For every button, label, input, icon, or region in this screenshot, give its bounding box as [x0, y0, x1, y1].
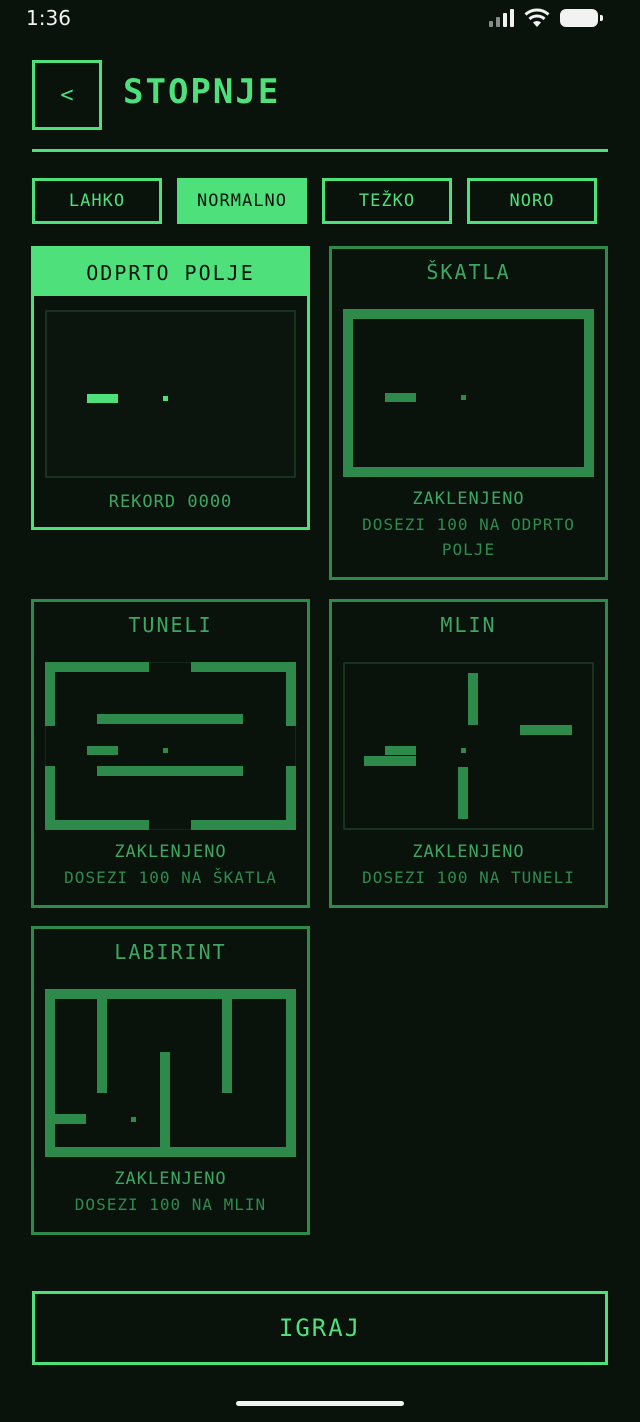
back-button[interactable]: <: [32, 60, 102, 130]
level-preview: [343, 662, 594, 830]
level-name: MLIN: [440, 613, 497, 637]
play-button[interactable]: IGRAJ: [32, 1291, 608, 1365]
level-card-labirint[interactable]: LABIRINT ZAKLENJENO DOSEZI 100 NA MLIN: [31, 926, 310, 1235]
level-card-tuneli[interactable]: TUNELI ZAKLENJENO DOSEZI 100 NA ŠKATLA: [31, 599, 310, 908]
chevron-left-icon: <: [60, 82, 74, 108]
level-name: TUNELI: [128, 613, 213, 637]
level-requirement: DOSEZI 100 NA ŠKATLA: [64, 868, 277, 887]
status-time: 1:36: [26, 6, 71, 30]
level-name: ODPRTO POLJE: [34, 249, 307, 296]
home-indicator[interactable]: [236, 1401, 404, 1406]
level-name: ŠKATLA: [426, 260, 511, 284]
status-icons: [489, 8, 603, 28]
level-status: ZAKLENJENO: [114, 842, 227, 862]
page-title: STOPNJE: [123, 72, 281, 112]
level-requirement: DOSEZI 100 NA MLIN: [74, 1195, 267, 1214]
tab-tezko[interactable]: TEŽKO: [322, 178, 452, 224]
signal-icon: [489, 9, 514, 27]
wifi-icon: [524, 8, 550, 27]
level-status: ZAKLENJENO: [412, 842, 525, 862]
difficulty-tabs: LAHKO NORMALNO TEŽKO NORO: [32, 178, 608, 224]
tab-normalno[interactable]: NORMALNO: [177, 178, 307, 224]
level-requirement: DOSEZI 100 NA TUNELI: [362, 868, 575, 887]
level-preview: [45, 310, 296, 478]
level-preview: [45, 989, 296, 1157]
header-divider: [32, 149, 608, 152]
level-preview: [45, 662, 296, 830]
level-status: ZAKLENJENO: [114, 1169, 227, 1189]
battery-icon: [560, 9, 603, 27]
level-record: REKORD 0000: [108, 492, 233, 512]
level-name: LABIRINT: [114, 940, 227, 964]
level-status: ZAKLENJENO: [412, 489, 525, 509]
level-card-odprto-polje[interactable]: ODPRTO POLJE REKORD 0000: [31, 246, 310, 530]
tab-lahko[interactable]: LAHKO: [32, 178, 162, 224]
level-preview: [343, 309, 594, 477]
tab-noro[interactable]: NORO: [467, 178, 597, 224]
status-bar: 1:36: [0, 0, 640, 40]
level-card-mlin[interactable]: MLIN ZAKLENJENO DOSEZI 100 NA TUNELI: [329, 599, 608, 908]
level-card-skatla[interactable]: ŠKATLA ZAKLENJENO DOSEZI 100 NA ODPRTO P…: [329, 246, 608, 580]
level-requirement: DOSEZI 100 NA ODPRTO POLJE: [362, 515, 575, 559]
